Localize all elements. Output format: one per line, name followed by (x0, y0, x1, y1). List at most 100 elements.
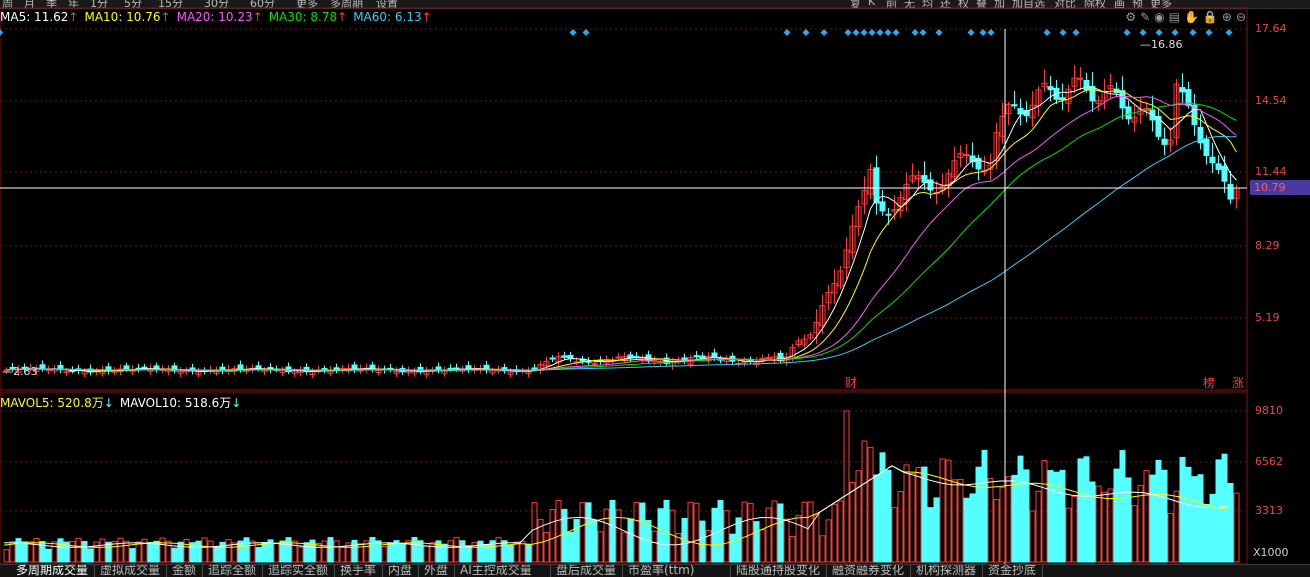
candle-body (1227, 183, 1234, 200)
volume-bar (861, 440, 868, 563)
trend-arrow: ↓ (103, 396, 114, 410)
ma60-line (6, 135, 1237, 371)
volume-bar (1137, 484, 1144, 563)
candle-body (1119, 90, 1126, 109)
volume-bar (1185, 466, 1192, 563)
candle-body (963, 154, 970, 157)
indicator-tab[interactable]: 追踪全额 (208, 565, 256, 577)
volume-bar (885, 469, 892, 563)
volume-bar (1191, 476, 1198, 563)
indicator-tab[interactable]: 机构探测器 (916, 565, 976, 577)
volume-bar (1179, 456, 1186, 563)
price-axis-label: 11.44 (1255, 165, 1287, 178)
volume-bar (933, 497, 940, 563)
volume-bar (909, 472, 916, 563)
indicator-tab[interactable]: 金额 (172, 565, 196, 577)
limit-up-mark[interactable]: 涨 (1232, 374, 1244, 391)
volume-bar (3, 549, 10, 563)
volume-bar (399, 543, 406, 563)
indicator-tab[interactable]: 多周期成交量 (16, 565, 88, 577)
indicator-tab[interactable]: 资金抄底 (988, 565, 1036, 577)
indicator-tab[interactable]: 虚拟成交量 (100, 565, 160, 577)
signal-diamond-marker (1043, 29, 1051, 36)
signal-diamond-marker (876, 29, 884, 36)
volume-bar (249, 540, 256, 563)
candle-body (1179, 87, 1186, 93)
candle-body (531, 367, 538, 370)
signal-diamond-marker (1171, 29, 1179, 36)
tab-divider (730, 565, 731, 577)
volume-bar (207, 540, 214, 563)
candle-body (1215, 163, 1222, 170)
volume-bar (561, 508, 568, 563)
indicator-tab[interactable]: 融资融券变化 (832, 565, 904, 577)
volume-bar (765, 507, 772, 563)
volume-bar (1221, 453, 1228, 563)
volume-bar (81, 540, 88, 563)
volume-unit: X1000 (1253, 546, 1289, 559)
volume-bar (981, 449, 988, 563)
candle-body (69, 370, 76, 373)
volume-bar (555, 499, 562, 563)
indicator-tab[interactable]: 市盈率(ttm) (628, 565, 694, 577)
signal-diamond-marker (569, 29, 577, 36)
signal-diamond-marker (884, 29, 892, 36)
volume-bar (789, 536, 796, 563)
volume-axis-label: 9810 (1255, 404, 1283, 417)
candle-body (1059, 97, 1066, 101)
signal-diamond-marker (1189, 29, 1197, 36)
volume-bar (1035, 490, 1042, 563)
signal-diamond-marker (860, 29, 868, 36)
signal-diamond-marker (1139, 29, 1147, 36)
indicator-tab[interactable]: 外盘 (424, 565, 448, 577)
candle-body (1209, 156, 1216, 164)
indicator-tab[interactable]: AI主控成交量 (460, 565, 532, 577)
candle-body (549, 357, 556, 360)
max-price-label: —16.86 (1140, 38, 1183, 51)
volume-bar (597, 531, 604, 563)
signal-diamond-marker (919, 29, 927, 36)
kline-chart[interactable]: —16.86 —2.83 (0, 0, 1310, 576)
volume-legend-item[interactable]: MAVOL5: 520.8万↓ (0, 396, 114, 410)
volume-bar (1167, 512, 1174, 563)
signal-diamond-marker (783, 29, 791, 36)
volume-bar (891, 507, 898, 563)
volume-axis-label: 6562 (1255, 455, 1283, 468)
volume-bar (651, 530, 658, 563)
candle-body (759, 357, 766, 360)
ma20-line (6, 95, 1237, 371)
indicator-tab[interactable]: 追踪实全额 (268, 565, 328, 577)
indicator-tab[interactable]: 换手率 (340, 565, 376, 577)
volume-bar (1209, 493, 1216, 563)
price-panel-frame (0, 7, 1248, 391)
volume-bar (423, 545, 430, 563)
indicator-tab[interactable]: 内盘 (388, 565, 412, 577)
signal-diamond-marker (892, 29, 900, 36)
candle-body (1203, 138, 1210, 157)
signal-diamond-marker (1123, 29, 1131, 36)
volume-bar (693, 502, 700, 563)
volume-bar (639, 502, 646, 563)
volume-bar (795, 514, 802, 563)
indicator-tab[interactable]: 陆股通持股变化 (736, 565, 820, 577)
price-axis-label: 14.54 (1255, 94, 1287, 107)
volume-bar (1125, 477, 1132, 563)
volume-bar (453, 536, 460, 563)
candle-body (351, 364, 358, 370)
volume-bar (867, 446, 874, 563)
volume-bar (15, 538, 22, 563)
current-price-tag: 10.79 (1250, 180, 1310, 195)
candle-body (591, 362, 598, 365)
indicator-tab[interactable]: 盘后成交量 (556, 565, 616, 577)
volume-bar (201, 537, 208, 563)
volume-bar (213, 547, 220, 563)
volume-legend-item[interactable]: MAVOL10: 518.6万↓ (120, 396, 241, 410)
candle-body (873, 167, 880, 204)
volume-bar (759, 529, 766, 563)
tab-divider (622, 565, 623, 577)
volume-bar (825, 519, 832, 563)
ranking-mark[interactable]: 榜 (1203, 374, 1215, 391)
volume-bar (57, 538, 64, 563)
volume-bar (543, 531, 550, 563)
financial-report-mark[interactable]: 财 (845, 374, 857, 391)
